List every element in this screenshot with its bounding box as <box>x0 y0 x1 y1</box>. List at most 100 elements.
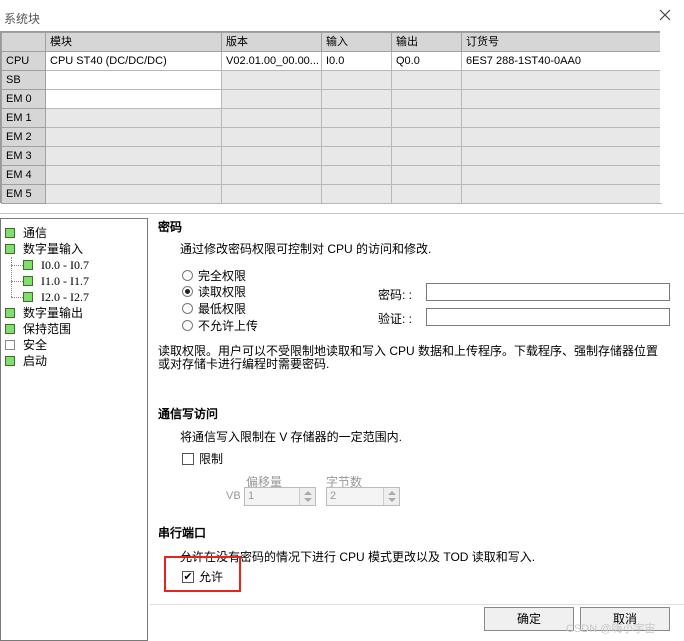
tree-item[interactable]: I2.0 - I2.7 <box>23 289 89 305</box>
table-cell[interactable] <box>321 184 392 204</box>
table-cell[interactable] <box>321 70 392 90</box>
tree-item[interactable]: 数字量输入 <box>5 241 83 257</box>
password-note-line2: 或对存储卡进行编程时需要密码. <box>158 357 330 371</box>
table-cell[interactable] <box>45 89 222 109</box>
radio-dot <box>182 303 193 314</box>
tree-item[interactable]: 启动 <box>5 353 47 369</box>
node-status-icon <box>23 276 33 286</box>
pane-splitter[interactable] <box>0 204 684 214</box>
row-label: CPU <box>1 51 46 71</box>
column-header[interactable]: 订货号 <box>461 32 662 52</box>
table-cell[interactable] <box>221 165 322 185</box>
table-cell[interactable] <box>391 89 462 109</box>
table-cell[interactable] <box>461 108 662 128</box>
table-cell[interactable] <box>221 108 322 128</box>
table-cell[interactable] <box>461 165 662 185</box>
table-cell[interactable]: I0.0 <box>321 51 392 71</box>
close-icon[interactable] <box>658 8 672 22</box>
table-cell[interactable] <box>321 89 392 109</box>
tree-item[interactable]: 通信 <box>5 225 47 241</box>
radio-dot <box>182 270 193 281</box>
table-cell[interactable] <box>391 70 462 90</box>
table-cell[interactable] <box>461 184 662 204</box>
table-row[interactable]: EM 5 <box>1 184 662 204</box>
tree-item[interactable]: 数字量输出 <box>5 305 83 321</box>
table-cell[interactable] <box>391 146 462 166</box>
ok-button[interactable]: 确定 <box>484 607 574 631</box>
node-status-icon <box>23 292 33 302</box>
table-cell[interactable] <box>321 165 392 185</box>
table-cell[interactable] <box>321 127 392 147</box>
tree-item[interactable]: I0.0 - I0.7 <box>23 257 89 273</box>
tree-item[interactable]: 保持范围 <box>5 321 71 337</box>
radio-read-access[interactable]: 读取权限 <box>182 283 246 300</box>
spinner-arrows-icon[interactable] <box>299 488 315 505</box>
tree-item-label: I1.0 - I1.7 <box>41 274 89 288</box>
table-cell[interactable] <box>391 184 462 204</box>
table-cell[interactable] <box>221 70 322 90</box>
table-cell[interactable] <box>321 108 392 128</box>
table-cell[interactable] <box>461 70 662 90</box>
table-cell[interactable] <box>461 127 662 147</box>
table-cell[interactable] <box>221 184 322 204</box>
checkbox-box <box>182 452 194 465</box>
table-cell[interactable] <box>45 165 222 185</box>
table-cell[interactable] <box>461 89 662 109</box>
table-row[interactable]: EM 0 <box>1 89 662 109</box>
verify-password-field[interactable] <box>426 308 670 326</box>
table-row[interactable]: SB <box>1 70 662 90</box>
table-cell[interactable] <box>221 127 322 147</box>
table-cell[interactable] <box>45 70 222 90</box>
table-cell[interactable] <box>391 108 462 128</box>
tree-item[interactable]: I1.0 - I1.7 <box>23 273 89 289</box>
radio-dot <box>182 320 193 331</box>
column-header[interactable]: 模块 <box>45 32 222 52</box>
table-cell[interactable] <box>391 165 462 185</box>
table-cell[interactable] <box>221 146 322 166</box>
table-cell[interactable]: Q0.0 <box>391 51 462 71</box>
table-row[interactable]: EM 4 <box>1 165 662 185</box>
table-cell[interactable] <box>45 146 222 166</box>
spinner-arrows-icon[interactable] <box>383 488 399 505</box>
password-field[interactable] <box>426 283 670 301</box>
table-cell[interactable] <box>45 127 222 147</box>
table-cell[interactable] <box>391 127 462 147</box>
column-header[interactable]: 版本 <box>221 32 322 52</box>
serial-port-title: 串行端口 <box>158 526 207 540</box>
table-cell[interactable] <box>321 146 392 166</box>
tree-item[interactable]: 安全 <box>5 337 47 353</box>
row-label: EM 5 <box>1 184 46 204</box>
column-header[interactable]: 输出 <box>391 32 462 52</box>
node-status-icon <box>5 324 15 334</box>
title-bar: 系统块 <box>0 0 684 30</box>
comm-write-title: 通信写访问 <box>158 407 219 421</box>
node-status-icon <box>5 340 15 350</box>
table-row[interactable]: CPU CPU ST40 (DC/DC/DC) V02.01.00_00.00...… <box>1 51 662 71</box>
table-cell[interactable] <box>461 146 662 166</box>
bytes-spinner[interactable]: 2 <box>326 487 400 506</box>
table-cell[interactable] <box>45 184 222 204</box>
table-cell[interactable]: V02.01.00_00.00... <box>221 51 322 71</box>
vb-prefix: VB <box>226 490 241 502</box>
restrict-checkbox[interactable]: 限制 <box>182 450 223 467</box>
table-row[interactable]: EM 1 <box>1 108 662 128</box>
tree-item-label: I0.0 - I0.7 <box>41 258 89 272</box>
table-cell[interactable] <box>45 108 222 128</box>
offset-spinner[interactable]: 1 <box>244 487 316 506</box>
column-header[interactable]: 输入 <box>321 32 392 52</box>
table-cell[interactable] <box>221 89 322 109</box>
table-row[interactable]: EM 3 <box>1 146 662 166</box>
radio-full-access[interactable]: 完全权限 <box>182 267 246 284</box>
node-status-icon <box>5 244 15 254</box>
tree-item-label: 安全 <box>23 338 48 352</box>
tree-item-label: 数字量输出 <box>23 306 84 320</box>
table-cell[interactable]: CPU ST40 (DC/DC/DC) <box>45 51 222 71</box>
radio-no-upload[interactable]: 不允许上传 <box>182 317 258 334</box>
column-header[interactable] <box>1 32 46 52</box>
table-header-row: 模块 版本 输入 输出 订货号 <box>1 32 662 52</box>
node-status-icon <box>23 260 33 270</box>
table-row[interactable]: EM 2 <box>1 127 662 147</box>
table-scroll-area <box>660 31 684 203</box>
table-cell[interactable]: 6ES7 288-1ST40-0AA0 <box>461 51 662 71</box>
radio-min-access[interactable]: 最低权限 <box>182 300 246 317</box>
